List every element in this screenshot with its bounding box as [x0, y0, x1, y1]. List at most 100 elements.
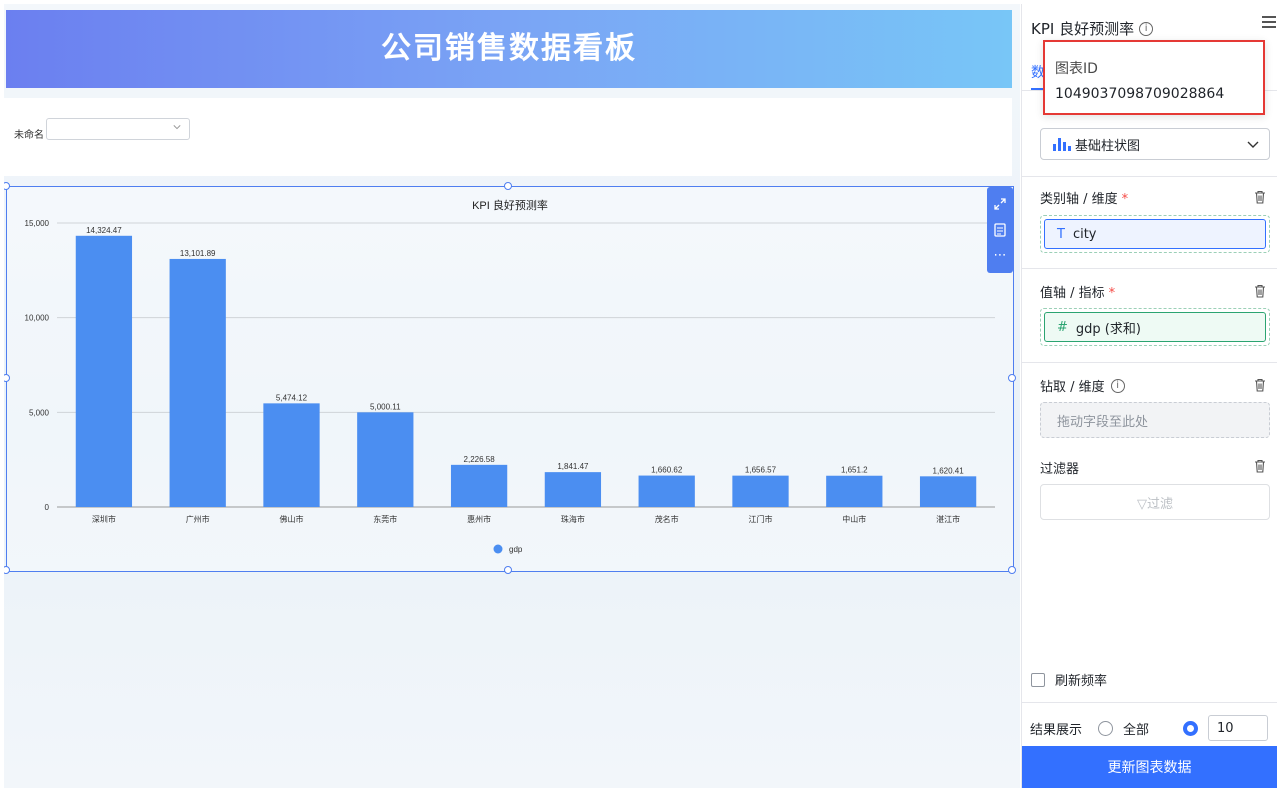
legend-label: gdp [509, 545, 523, 554]
x-tick-label: 东莞市 [373, 514, 397, 524]
trash-icon[interactable] [1254, 284, 1266, 298]
drill-dropzone[interactable]: 拖动字段至此处 [1040, 402, 1270, 438]
radio-all[interactable] [1098, 720, 1114, 736]
info-icon[interactable]: i [1110, 378, 1125, 393]
filter-panel: 未命名 [4, 98, 1012, 176]
dimension-dropzone[interactable]: T city [1040, 215, 1270, 253]
info-icon[interactable]: i [1139, 21, 1154, 36]
metric-field-chip[interactable]: # gdp (求和) [1044, 312, 1266, 342]
metric-dropzone[interactable]: # gdp (求和) [1040, 308, 1270, 346]
resize-handle[interactable] [1008, 374, 1016, 382]
chart-id-popup: 图表ID 1049037098709028864 [1043, 40, 1265, 115]
chart-title: KPI 良好预测率 [472, 198, 548, 212]
dimension-field-chip[interactable]: T city [1044, 219, 1266, 249]
data-label: 1,656.57 [745, 466, 777, 475]
panel-title-text: KPI 良好预测率 [1031, 20, 1135, 38]
x-tick-label: 茂名市 [655, 514, 679, 524]
expand-icon[interactable] [993, 197, 1007, 211]
refresh-row: 刷新频率 [1031, 670, 1107, 689]
dimension-section-label: 类别轴 / 维度 * [1040, 188, 1128, 207]
trash-icon[interactable] [1254, 378, 1266, 392]
required-mark: * [1108, 286, 1116, 301]
data-label: 14,324.47 [86, 226, 122, 235]
resize-handle[interactable] [4, 566, 10, 574]
data-label: 1,660.62 [651, 466, 683, 475]
divider [1022, 702, 1277, 703]
divider [1022, 176, 1277, 177]
metric-field-name: gdp (求和) [1075, 321, 1141, 337]
refresh-checkbox[interactable] [1031, 672, 1045, 687]
y-tick-label: 0 [45, 503, 50, 512]
bar [826, 475, 883, 507]
result-row: 结果展示 全部 10 [1030, 714, 1277, 742]
add-filter-button[interactable]: ▽过滤 [1040, 484, 1270, 520]
divider [1022, 362, 1277, 363]
bar [263, 403, 320, 507]
radio-limit[interactable] [1183, 720, 1199, 736]
data-label: 1,841.47 [557, 462, 589, 471]
chart-type-label: 基础柱状图 [1075, 138, 1141, 154]
dashboard-canvas: 公司销售数据看板 未命名 KPI 良好预测率 0 5,000 10,000 15,000… [4, 4, 1020, 788]
hamburger-menu-icon[interactable] [1262, 16, 1276, 30]
data-label: 2,226.58 [464, 455, 496, 464]
x-tick-label: 广州市 [186, 514, 210, 524]
bar-chart-icon [1053, 137, 1071, 151]
x-tick-label: 惠州市 [467, 514, 491, 524]
divider [1022, 268, 1277, 269]
result-limit-input[interactable]: 10 [1208, 715, 1269, 741]
resize-handle[interactable] [504, 566, 512, 574]
result-label: 结果展示 [1030, 722, 1083, 738]
x-tick-label: 佛山市 [280, 514, 304, 524]
resize-handle[interactable] [1008, 566, 1016, 574]
chart-type-select[interactable]: 基础柱状图 [1040, 128, 1270, 160]
y-tick-label: 15,000 [25, 219, 50, 228]
x-tick-label: 珠海市 [561, 514, 585, 524]
filter-label: 未命名 [14, 130, 44, 141]
bar [732, 475, 789, 507]
bar [357, 412, 414, 507]
bar [169, 258, 226, 507]
data-label: 1,620.41 [933, 466, 965, 475]
refresh-label: 刷新频率 [1055, 674, 1108, 689]
resize-handle[interactable] [504, 182, 512, 190]
trash-icon[interactable] [1254, 190, 1266, 204]
y-tick-label: 10,000 [25, 314, 50, 323]
x-tick-label: 江门市 [749, 514, 773, 524]
legend-marker [493, 544, 503, 554]
metric-section-label: 值轴 / 指标 * [1040, 282, 1115, 301]
update-chart-button[interactable]: 更新图表数据 [1022, 746, 1277, 788]
number-type-icon: # [1057, 319, 1068, 335]
dimension-label: 类别轴 / 维度 [1040, 192, 1118, 207]
chart-widget[interactable]: KPI 良好预测率 0 5,000 10,000 15,000 14,324.47 深圳市 1… [6, 186, 1014, 572]
chevron-down-icon [173, 125, 181, 130]
bar-chart: KPI 良好预测率 0 5,000 10,000 15,000 14,324.47 深圳市 1… [25, 198, 995, 554]
filter-section-label: 过滤器 [1040, 462, 1080, 477]
widget-toolbar: ⋯ [987, 187, 1013, 273]
data-label: 5,000.11 [370, 402, 401, 411]
bar [450, 464, 508, 507]
trash-icon[interactable] [1254, 459, 1266, 473]
bar [75, 235, 133, 507]
filter-select[interactable] [46, 118, 190, 140]
dimension-field-name: city [1072, 226, 1097, 242]
bar [544, 472, 602, 507]
x-tick-label: 深圳市 [92, 514, 116, 524]
bar [638, 475, 695, 507]
chart-id-label: 图表ID [1055, 61, 1098, 77]
chart-config-panel: KPI 良好预测率 i 数 基础柱状图 类别轴 / 维度 * T city 值轴 … [1021, 4, 1277, 788]
dashboard-banner: 公司销售数据看板 [6, 10, 1012, 88]
required-mark: * [1121, 192, 1129, 207]
y-tick-label: 5,000 [29, 408, 50, 417]
document-icon[interactable] [994, 223, 1006, 237]
data-label: 1,651.2 [841, 466, 868, 475]
data-label: 13,101.89 [180, 249, 216, 258]
chart-id-value: 1049037098709028864 [1055, 86, 1225, 102]
data-label: 5,474.12 [276, 393, 308, 402]
radio-all-label: 全部 [1123, 722, 1150, 738]
dashboard-title: 公司销售数据看板 [381, 31, 637, 66]
metric-label: 值轴 / 指标 [1040, 286, 1105, 301]
drill-label: 钻取 / 维度 [1040, 380, 1105, 395]
x-tick-label: 湛江市 [936, 514, 960, 524]
chevron-down-icon [1247, 141, 1259, 148]
more-icon[interactable]: ⋯ [994, 249, 1007, 263]
